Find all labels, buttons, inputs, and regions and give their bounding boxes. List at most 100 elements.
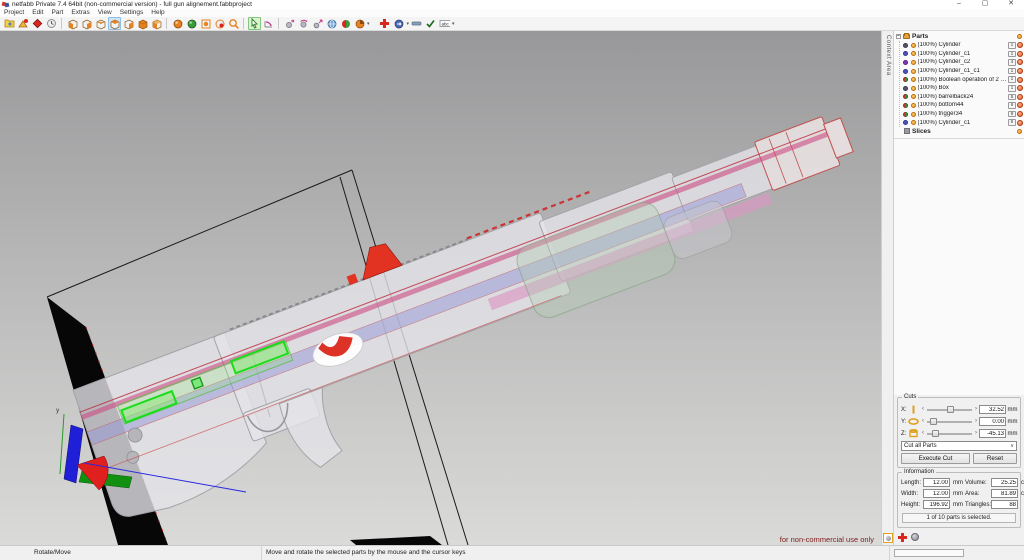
visibility-icon[interactable] [910, 120, 916, 126]
cube-view-iso-icon[interactable] [150, 17, 163, 30]
status-badge[interactable]: 6 [1008, 119, 1016, 126]
apply-check-icon[interactable] [424, 17, 437, 30]
new-analysis-plus-icon[interactable] [378, 17, 391, 30]
remove-icon[interactable] [1017, 50, 1023, 57]
status-badge[interactable]: 9 [1008, 110, 1016, 118]
z-value-input[interactable] [979, 429, 1006, 438]
remove-part-minus-icon[interactable] [410, 17, 423, 30]
x-slider[interactable] [927, 406, 972, 413]
status-badge[interactable]: 1 [1008, 50, 1016, 58]
close-button[interactable]: ✕ [998, 0, 1024, 9]
cube-view-bottom-icon[interactable] [136, 17, 149, 30]
part-row-cylinder-c1-c1[interactable]: (100%) Cylinder_c1_c1 1 [900, 67, 1023, 76]
menu-part[interactable]: Part [47, 9, 67, 17]
part-row-barrelback24[interactable]: (100%) barrelback24 5 [900, 93, 1023, 102]
y-value-input[interactable] [979, 417, 1006, 426]
zoom-all-green-icon[interactable] [185, 17, 198, 30]
visibility-icon[interactable] [910, 59, 916, 65]
label-parts-caret-icon[interactable]: ▾ [452, 21, 455, 27]
cube-view-top-icon[interactable] [122, 17, 135, 30]
menu-settings[interactable]: Settings [116, 9, 148, 17]
move-part-icon[interactable] [283, 17, 296, 30]
zoom-box-icon[interactable] [199, 17, 212, 30]
part-row-cylinder[interactable]: (100%) Cylinder 1 [900, 41, 1023, 50]
status-badge[interactable]: 6 [1008, 102, 1016, 109]
parts-tree-header[interactable]: − Parts [895, 32, 1023, 41]
remove-icon[interactable] [1017, 93, 1023, 100]
menu-edit[interactable]: Edit [28, 9, 47, 17]
remove-icon[interactable] [1017, 42, 1023, 49]
repair-diamond-icon[interactable] [31, 17, 44, 30]
x-decrease-button[interactable]: ‹ [920, 406, 926, 413]
history-clock-icon[interactable] [45, 17, 58, 30]
visibility-icon[interactable] [1017, 128, 1022, 134]
label-parts-abc-icon[interactable]: abc [438, 17, 451, 30]
zoom-selection-icon[interactable] [213, 17, 226, 30]
open-project-icon[interactable] [3, 17, 16, 30]
visibility-icon[interactable] [910, 111, 916, 117]
title-bar[interactable]: netfabb Private 7.4 64bit (non-commercia… [0, 0, 1024, 9]
remove-icon[interactable] [1017, 85, 1023, 92]
menu-view[interactable]: View [94, 9, 116, 17]
context-area-strip[interactable]: Context Area [881, 31, 894, 545]
menu-help[interactable]: Help [147, 9, 168, 17]
volume-value[interactable] [991, 478, 1018, 487]
status-badge[interactable]: 1 [1008, 42, 1016, 49]
remove-icon[interactable] [1017, 102, 1023, 109]
collapse-icon[interactable]: − [896, 34, 901, 39]
magnifier-icon[interactable] [227, 17, 240, 30]
zoom-part-orange-icon[interactable] [171, 17, 184, 30]
cube-view-front-icon[interactable] [94, 17, 107, 30]
width-value[interactable] [923, 489, 950, 498]
y-slider[interactable] [927, 418, 972, 425]
visibility-icon[interactable] [910, 102, 916, 108]
part-row-cylinder-c2[interactable]: (100%) Cylinder_c2 4 [900, 58, 1023, 67]
menu-project[interactable]: Project [0, 9, 28, 17]
triangles-value[interactable] [991, 500, 1018, 509]
status-badge[interactable]: 1 [1008, 67, 1016, 75]
remove-icon[interactable] [1017, 111, 1023, 118]
render-mode-icon[interactable] [353, 17, 366, 30]
select-cursor-icon[interactable] [247, 17, 261, 30]
visibility-icon[interactable] [910, 68, 916, 74]
remove-icon[interactable] [1017, 119, 1023, 126]
slices-tree-header[interactable]: Slices [895, 127, 1023, 136]
part-row-cylinder-c1[interactable]: (100%) Cylinder_c1 1 [900, 50, 1023, 59]
z-decrease-button[interactable]: ‹ [920, 430, 926, 437]
cut-scope-select[interactable]: Cut all Parts ∨ [901, 441, 1017, 451]
visibility-icon[interactable] [1017, 34, 1022, 39]
cube-view-right-icon[interactable] [80, 17, 93, 30]
area-value[interactable] [991, 489, 1018, 498]
visibility-icon[interactable] [910, 94, 916, 100]
rotate-view-icon[interactable] [262, 17, 275, 30]
remove-icon[interactable] [1017, 76, 1023, 83]
reset-button[interactable]: Reset [973, 453, 1017, 464]
part-row-bottom44[interactable]: (100%) bottom44 6 [900, 101, 1023, 110]
menu-extras[interactable]: Extras [67, 9, 93, 17]
length-value[interactable] [923, 478, 950, 487]
add-part-icon[interactable] [17, 17, 30, 30]
z-slider[interactable] [927, 430, 972, 437]
remove-icon[interactable] [1017, 68, 1023, 75]
cube-view-left-icon[interactable] [66, 17, 79, 30]
globe-view-icon[interactable] [325, 17, 338, 30]
visibility-icon[interactable] [910, 85, 916, 91]
execute-cut-button[interactable]: Execute Cut [901, 453, 970, 464]
context-strip-button[interactable] [883, 533, 893, 543]
automatic-repair-icon[interactable] [392, 17, 405, 30]
part-row-boolean[interactable]: (100%) Boolean operation of 2 parts 1 [900, 75, 1023, 84]
maximize-button[interactable]: ▢ [972, 0, 998, 9]
rotate-part-icon[interactable] [297, 17, 310, 30]
cube-view-back-icon[interactable] [107, 17, 121, 30]
automatic-repair-caret-icon[interactable]: ▾ [407, 21, 410, 27]
x-value-input[interactable] [979, 405, 1006, 414]
part-sphere-icon[interactable] [911, 533, 919, 541]
height-value[interactable] [923, 500, 950, 509]
remove-icon[interactable] [1017, 59, 1023, 66]
part-row-box[interactable]: (100%) Box 1 [900, 84, 1023, 93]
part-row-cylinder-c1-2[interactable]: (100%) Cylinder_c1 6 [900, 118, 1023, 127]
status-badge[interactable]: 4 [1008, 59, 1016, 66]
visibility-icon[interactable] [910, 42, 916, 48]
scale-part-icon[interactable] [311, 17, 324, 30]
add-repair-icon[interactable] [898, 533, 907, 542]
